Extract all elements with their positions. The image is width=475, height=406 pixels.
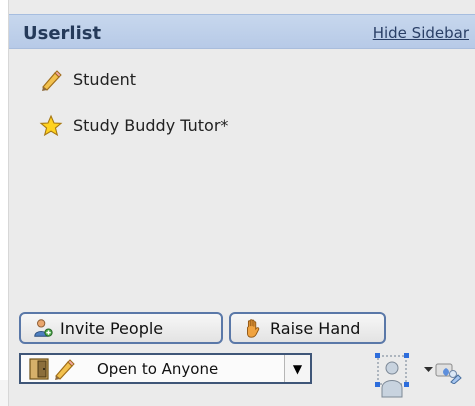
sidebar-controls: Invite People Raise Hand Open to Anyone …	[9, 312, 475, 406]
access-select[interactable]: Open to Anyone ▼	[19, 353, 312, 384]
access-icons	[21, 355, 97, 382]
userlist-sidebar: Userlist Hide Sidebar Student Study Budd…	[8, 0, 475, 406]
user-name: Student	[73, 70, 136, 89]
door-icon	[29, 357, 49, 380]
pencil-icon	[55, 358, 75, 380]
page-edge	[0, 380, 8, 406]
invite-people-button[interactable]: Invite People	[19, 312, 223, 344]
pencil-icon	[42, 69, 62, 91]
app-frame: Userlist Hide Sidebar Student Study Budd…	[0, 0, 475, 406]
raise-hand-button[interactable]: Raise Hand	[229, 312, 386, 344]
user-list: Student Study Buddy Tutor*	[39, 67, 459, 159]
corner-tools	[372, 350, 467, 402]
chevron-down-icon[interactable]: ▼	[284, 355, 310, 382]
hand-icon	[247, 319, 260, 338]
add-user-icon	[34, 319, 53, 337]
sidebar-title: Userlist	[23, 23, 102, 44]
list-item[interactable]: Student	[39, 67, 459, 92]
user-select-icon[interactable]	[372, 350, 414, 402]
list-item[interactable]: Study Buddy Tutor*	[39, 113, 459, 138]
access-select-value: Open to Anyone	[97, 359, 219, 378]
settings-menu-icon[interactable]	[422, 360, 464, 384]
user-name: Study Buddy Tutor*	[73, 116, 229, 135]
hide-sidebar-link[interactable]: Hide Sidebar	[373, 24, 469, 42]
invite-people-label: Invite People	[60, 318, 164, 338]
sidebar-header: Userlist Hide Sidebar	[9, 14, 475, 49]
raise-hand-label: Raise Hand	[270, 318, 361, 338]
star-icon	[39, 114, 63, 136]
